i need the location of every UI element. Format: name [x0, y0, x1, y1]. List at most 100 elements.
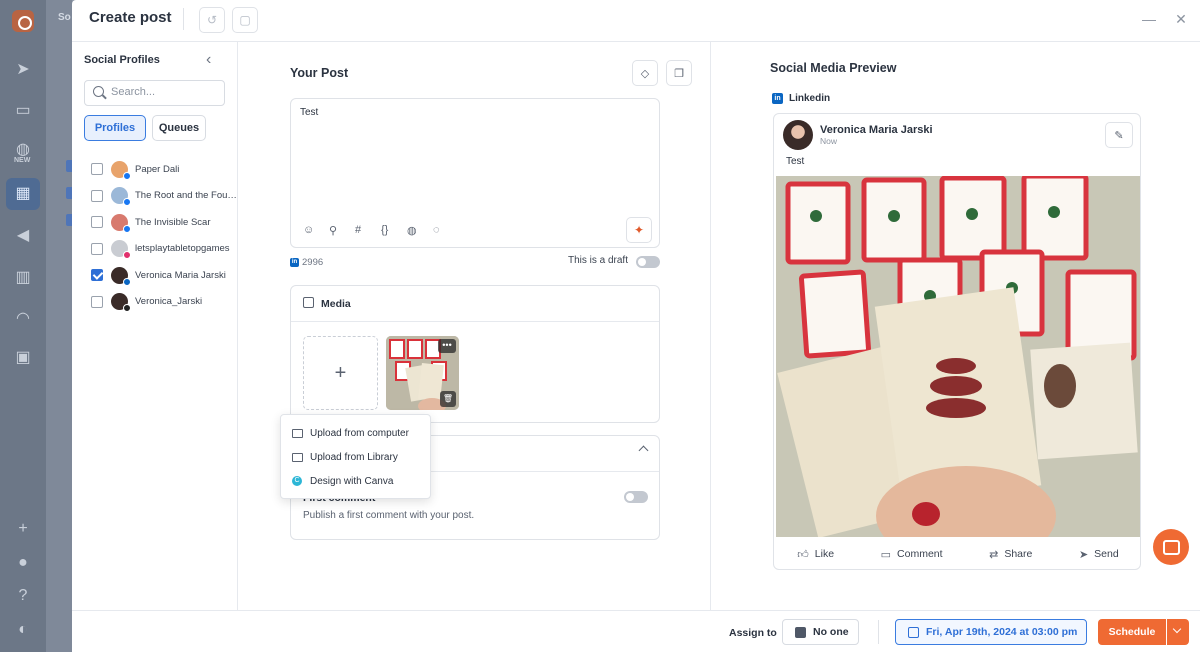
schedule-options-button[interactable]: [1167, 619, 1189, 645]
new-badge: NEW: [14, 157, 31, 164]
preview-network: in Linkedin: [772, 93, 830, 104]
ai-assistant-button[interactable]: ✦: [626, 217, 652, 243]
media-thumbnail[interactable]: ••• 🗑: [386, 336, 459, 410]
plus-icon[interactable]: +: [13, 519, 33, 539]
search-input[interactable]: [111, 86, 221, 98]
comment-label: Comment: [897, 548, 943, 560]
profile-name: Veronica Maria Jarski: [135, 269, 226, 281]
preview-image: [776, 176, 1140, 537]
profile-item[interactable]: Veronica_Jarski: [91, 293, 203, 312]
media-options-button[interactable]: •••: [438, 339, 456, 353]
profile-checkbox[interactable]: [91, 295, 103, 308]
schedule-date-button[interactable]: Fri, Apr 19th, 2024 at 03:00 pm: [895, 619, 1087, 645]
duplicate-button[interactable]: ❐: [666, 60, 692, 86]
collapse-panel-button[interactable]: ‹: [206, 51, 211, 69]
post-meta-row: in 2996 This is a draft: [290, 255, 660, 269]
facebook-icon: [123, 198, 131, 206]
profile-item[interactable]: Paper Dali: [91, 160, 179, 180]
app-logo[interactable]: [12, 10, 34, 32]
facebook-icon: [123, 224, 131, 233]
minimize-button[interactable]: —: [1140, 11, 1158, 27]
background-panel: So: [46, 0, 74, 652]
preview-network-label: Linkedin: [789, 93, 831, 104]
post-time: Now: [820, 136, 838, 146]
close-icon: ✕: [1175, 11, 1187, 27]
calendar-icon[interactable]: ▦: [6, 178, 40, 210]
first-comment-toggle[interactable]: [624, 491, 648, 503]
menu-design-canva[interactable]: C Design with Canva: [292, 473, 393, 489]
profile-item[interactable]: The Invisible Scar: [91, 213, 211, 233]
library-icon: [292, 452, 303, 462]
post-editor[interactable]: Test ☺ ⚲ # {} ◍ ◌ ✦: [290, 98, 660, 248]
chevron-up-icon[interactable]: [638, 445, 649, 456]
menu-upload-computer[interactable]: Upload from computer: [292, 425, 409, 441]
header-divider: [183, 8, 184, 30]
media-card-header: Media: [291, 286, 659, 322]
user-avatar[interactable]: ◐: [13, 620, 33, 640]
media-icon: [303, 297, 314, 308]
comment-icon[interactable]: ◌: [433, 224, 459, 237]
draft-toggle[interactable]: [636, 256, 660, 268]
tab-profiles[interactable]: Profiles: [84, 115, 146, 141]
hashtag-icon[interactable]: #: [355, 224, 381, 237]
edit-preview-button[interactable]: ✎: [1105, 122, 1133, 148]
modal-header: Create post ↺ ▢ — ✕: [72, 0, 1200, 42]
chat-support-button[interactable]: [1153, 529, 1189, 565]
inbox-icon[interactable]: ▭: [13, 101, 33, 121]
assign-dropdown[interactable]: No one: [782, 619, 859, 645]
menu-item-label: Upload from Library: [310, 451, 398, 463]
modal-title: Create post: [89, 9, 172, 26]
profile-name: letsplaytabletopgames: [135, 243, 230, 254]
thumbs-up-icon: 👍︎: [797, 548, 809, 561]
add-media-button[interactable]: +: [303, 336, 378, 410]
profile-checkbox[interactable]: [91, 163, 103, 175]
add-media-menu: Upload from computer Upload from Library…: [280, 414, 431, 499]
magic-wand-icon: ✦: [633, 223, 645, 237]
profile-checkbox[interactable]: [91, 216, 103, 228]
tag-button[interactable]: ◇: [632, 60, 658, 86]
post-text[interactable]: Test: [300, 107, 318, 118]
calendar-icon: [908, 626, 919, 638]
emoji-icon[interactable]: ☺: [303, 224, 329, 237]
notes-button[interactable]: ▢: [232, 7, 258, 33]
globe-icon[interactable]: ◍: [407, 224, 433, 237]
close-button[interactable]: ✕: [1172, 11, 1190, 28]
delete-media-button[interactable]: 🗑: [440, 391, 456, 407]
threads-icon: [123, 304, 131, 312]
profile-checkbox[interactable]: [91, 242, 103, 255]
schedule-button[interactable]: Schedule: [1098, 619, 1166, 645]
profile-name: The Invisible Scar: [135, 216, 211, 228]
profile-name: Veronica_Jarski: [135, 296, 203, 307]
profile-checkbox[interactable]: [91, 269, 103, 281]
profile-item[interactable]: The Root and the Foun...: [91, 187, 239, 206]
gauge-icon[interactable]: ◠: [13, 309, 33, 329]
megaphone-icon[interactable]: ◀: [13, 226, 33, 246]
profile-item[interactable]: letsplaytabletopgames: [91, 240, 230, 259]
location-icon[interactable]: ⚲: [329, 224, 355, 237]
profile-checkbox[interactable]: [91, 189, 103, 202]
help-icon[interactable]: ?: [13, 586, 33, 606]
profile-item[interactable]: Veronica Maria Jarski: [91, 266, 226, 286]
assign-label: Assign to: [729, 627, 777, 639]
media-library-icon[interactable]: ▣: [13, 348, 33, 368]
pencil-icon: ✎: [1114, 129, 1124, 142]
send-icon[interactable]: ➤: [13, 60, 33, 80]
send-icon: ➤: [1078, 548, 1089, 561]
tab-queues[interactable]: Queues: [152, 115, 206, 141]
bell-icon[interactable]: ●: [13, 553, 33, 573]
first-comment-description: Publish a first comment with your post.: [303, 510, 475, 521]
modal-footer: Assign to No one Fri, Apr 19th, 2024 at …: [72, 610, 1200, 652]
history-button[interactable]: ↺: [199, 7, 225, 33]
linkedin-post-preview: Veronica Maria Jarski Now ✎ Test 👍︎ Like…: [773, 113, 1141, 570]
send-action: ➤ Send: [1079, 542, 1119, 566]
menu-upload-library[interactable]: Upload from Library: [292, 449, 398, 465]
your-post-title: Your Post: [290, 66, 349, 80]
profile-search: [84, 80, 225, 106]
comment-action: ▭ Comment: [881, 542, 943, 566]
app-rail: ➤ ▭ ◍ NEW ▦ ◀ ▥ ◠ ▣ + ● ? ◐: [0, 0, 46, 652]
send-label: Send: [1094, 548, 1119, 560]
analytics-icon[interactable]: ▥: [13, 268, 33, 288]
copy-icon: ❐: [674, 67, 684, 80]
variables-icon[interactable]: {}: [381, 224, 407, 237]
profiles-panel-title: Social Profiles: [84, 54, 160, 66]
